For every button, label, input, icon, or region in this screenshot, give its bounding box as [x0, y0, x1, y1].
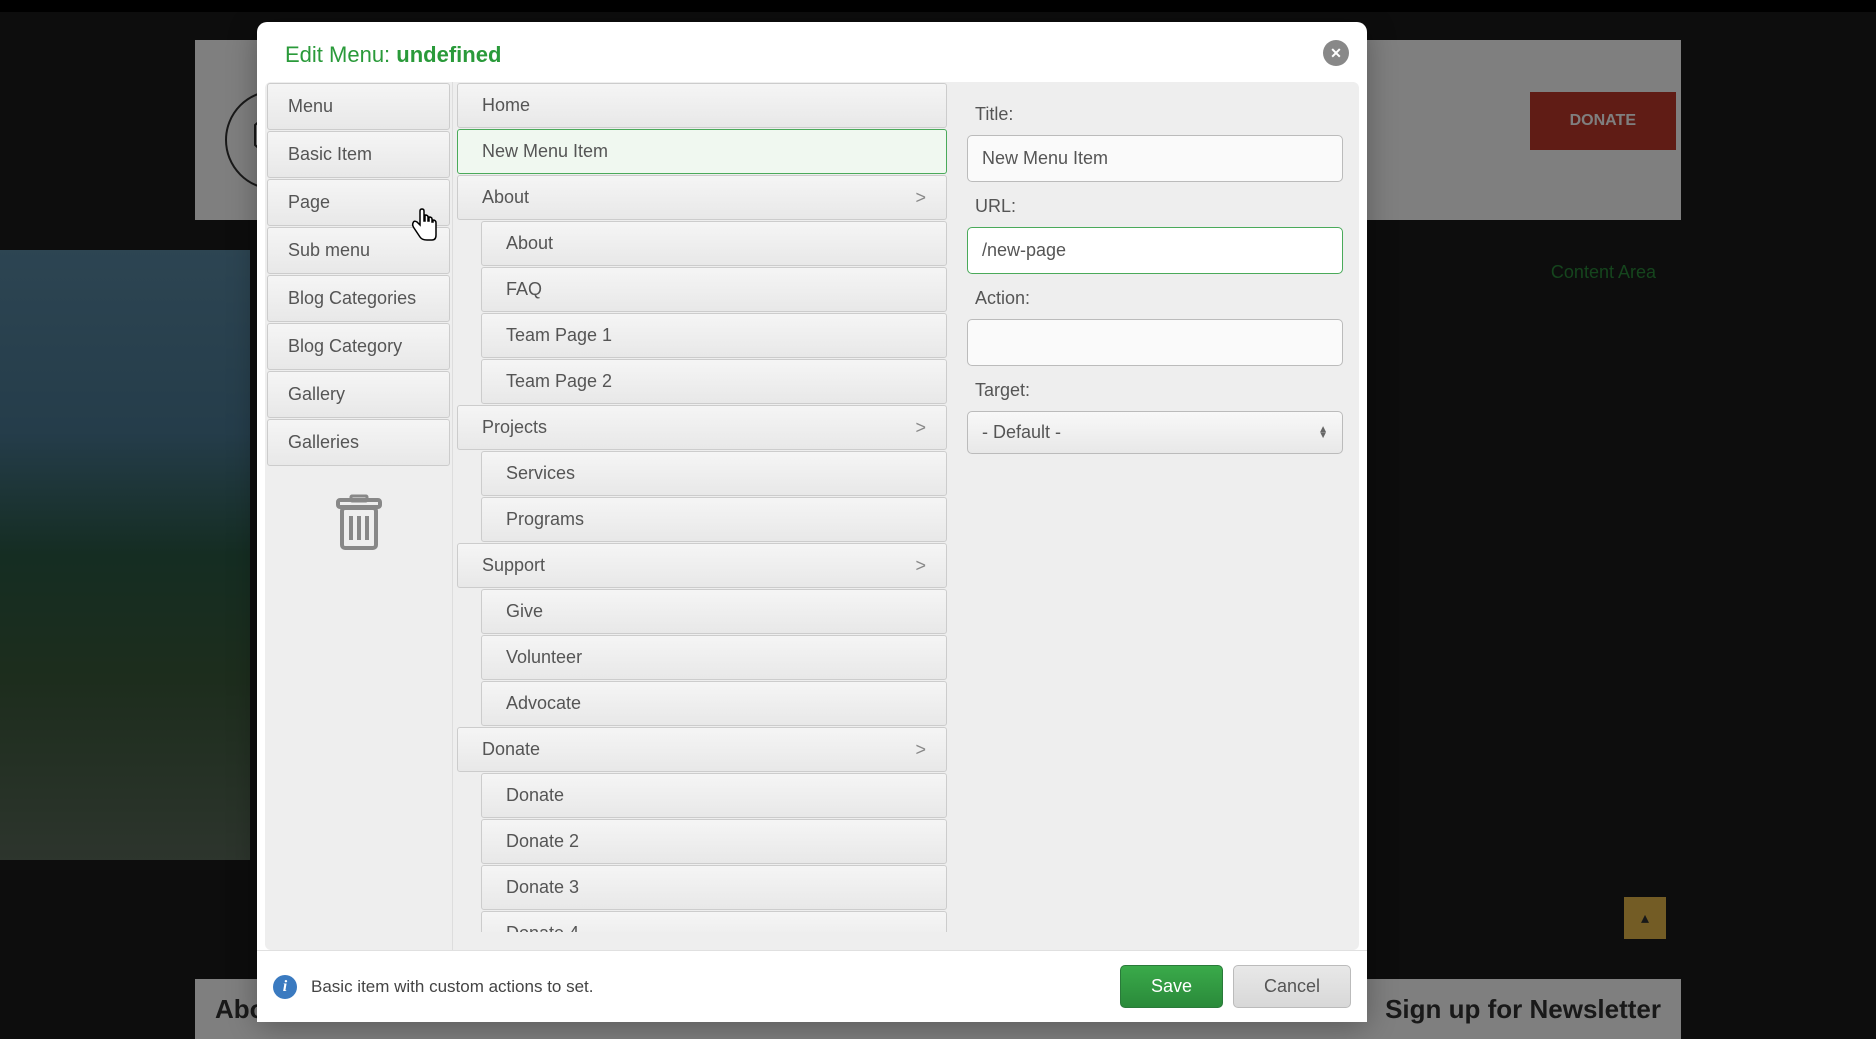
- menu-tree-item[interactable]: Support>: [457, 543, 947, 588]
- chevron-right-icon: >: [915, 555, 926, 576]
- title-input[interactable]: [967, 135, 1343, 182]
- action-input[interactable]: [967, 319, 1343, 366]
- palette-item-sub-menu[interactable]: Sub menu: [267, 227, 450, 274]
- select-arrows-icon: ▲▼: [1318, 427, 1328, 439]
- menu-tree-item[interactable]: Home: [457, 83, 947, 128]
- menu-tree-item[interactable]: Services: [481, 451, 947, 496]
- palette-item-menu[interactable]: Menu: [267, 83, 450, 130]
- properties-panel: Title: URL: Action: Target: - Default - …: [951, 82, 1359, 950]
- menu-tree-item[interactable]: Volunteer: [481, 635, 947, 680]
- info-icon: i: [273, 975, 297, 999]
- modal-title-prefix: Edit Menu:: [285, 42, 396, 67]
- target-label: Target:: [975, 380, 1343, 401]
- palette-item-page[interactable]: Page: [267, 179, 450, 226]
- target-select-value: - Default -: [982, 422, 1061, 442]
- menu-tree-item[interactable]: Give: [481, 589, 947, 634]
- modal-footer: i Basic item with custom actions to set.…: [257, 950, 1367, 1022]
- title-label: Title:: [975, 104, 1343, 125]
- menu-tree-item[interactable]: Donate 4: [481, 911, 947, 932]
- menu-tree-item[interactable]: Projects>: [457, 405, 947, 450]
- save-button[interactable]: Save: [1120, 965, 1223, 1008]
- url-label: URL:: [975, 196, 1343, 217]
- menu-tree-item[interactable]: Donate>: [457, 727, 947, 772]
- menu-tree-item[interactable]: Programs: [481, 497, 947, 542]
- close-icon: ✕: [1330, 46, 1342, 60]
- target-select[interactable]: - Default - ▲▼: [967, 411, 1343, 454]
- cancel-button[interactable]: Cancel: [1233, 965, 1351, 1008]
- menu-tree-item[interactable]: Donate: [481, 773, 947, 818]
- url-input[interactable]: [967, 227, 1343, 274]
- item-palette: MenuBasic ItemPageSub menuBlog Categorie…: [265, 82, 453, 950]
- palette-item-gallery[interactable]: Gallery: [267, 371, 450, 418]
- trash-icon: [334, 494, 384, 552]
- menu-tree-item[interactable]: Advocate: [481, 681, 947, 726]
- menu-tree-item[interactable]: About>: [457, 175, 947, 220]
- modal-title: Edit Menu: undefined: [285, 42, 501, 67]
- menu-tree[interactable]: HomeNew Menu ItemAbout>AboutFAQTeam Page…: [453, 82, 951, 932]
- chevron-right-icon: >: [915, 187, 926, 208]
- menu-tree-item[interactable]: Donate 2: [481, 819, 947, 864]
- modal-header: Edit Menu: undefined ✕: [257, 22, 1367, 82]
- menu-tree-item[interactable]: Team Page 2: [481, 359, 947, 404]
- action-label: Action:: [975, 288, 1343, 309]
- trash-dropzone[interactable]: [329, 493, 389, 553]
- menu-tree-item[interactable]: About: [481, 221, 947, 266]
- menu-tree-item[interactable]: Donate 3: [481, 865, 947, 910]
- chevron-right-icon: >: [915, 417, 926, 438]
- info-text: Basic item with custom actions to set.: [311, 977, 1110, 997]
- palette-item-galleries[interactable]: Galleries: [267, 419, 450, 466]
- palette-item-blog-categories[interactable]: Blog Categories: [267, 275, 450, 322]
- modal-title-name: undefined: [396, 42, 501, 67]
- menu-tree-item[interactable]: New Menu Item: [457, 129, 947, 174]
- palette-item-blog-category[interactable]: Blog Category: [267, 323, 450, 370]
- chevron-right-icon: >: [915, 739, 926, 760]
- palette-item-basic-item[interactable]: Basic Item: [267, 131, 450, 178]
- modal-body: MenuBasic ItemPageSub menuBlog Categorie…: [265, 82, 1359, 950]
- menu-tree-item[interactable]: FAQ: [481, 267, 947, 312]
- edit-menu-modal: Edit Menu: undefined ✕ MenuBasic ItemPag…: [257, 22, 1367, 1022]
- close-button[interactable]: ✕: [1323, 40, 1349, 66]
- menu-tree-item[interactable]: Team Page 1: [481, 313, 947, 358]
